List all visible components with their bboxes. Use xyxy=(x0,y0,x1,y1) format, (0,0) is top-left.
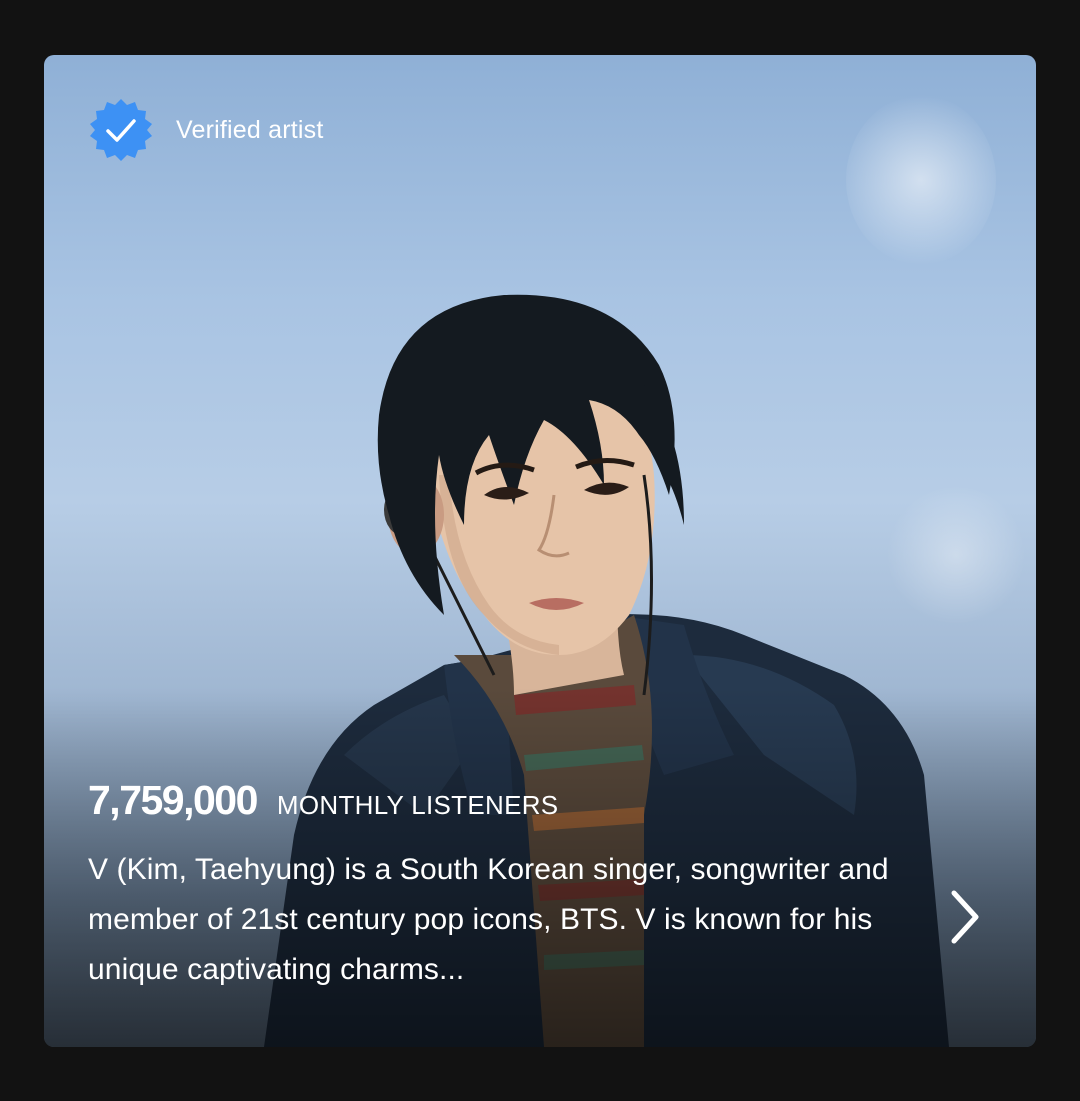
monthly-listeners-count: 7,759,000 xyxy=(88,777,258,823)
verified-badge-icon xyxy=(90,99,152,161)
open-about-button[interactable] xyxy=(934,885,994,949)
chevron-right-icon xyxy=(951,890,979,944)
monthly-listeners: 7,759,000 MONTHLY LISTENERS xyxy=(88,777,558,824)
artist-about-card[interactable]: Verified artist 7,759,000 MONTHLY LISTEN… xyxy=(44,55,1036,1047)
artist-bio: V (Kim, Taehyung) is a South Korean sing… xyxy=(88,853,889,986)
verified-artist-label: Verified artist xyxy=(176,115,324,144)
monthly-listeners-label: MONTHLY LISTENERS xyxy=(276,790,559,820)
verified-artist-row: Verified artist xyxy=(88,97,324,163)
